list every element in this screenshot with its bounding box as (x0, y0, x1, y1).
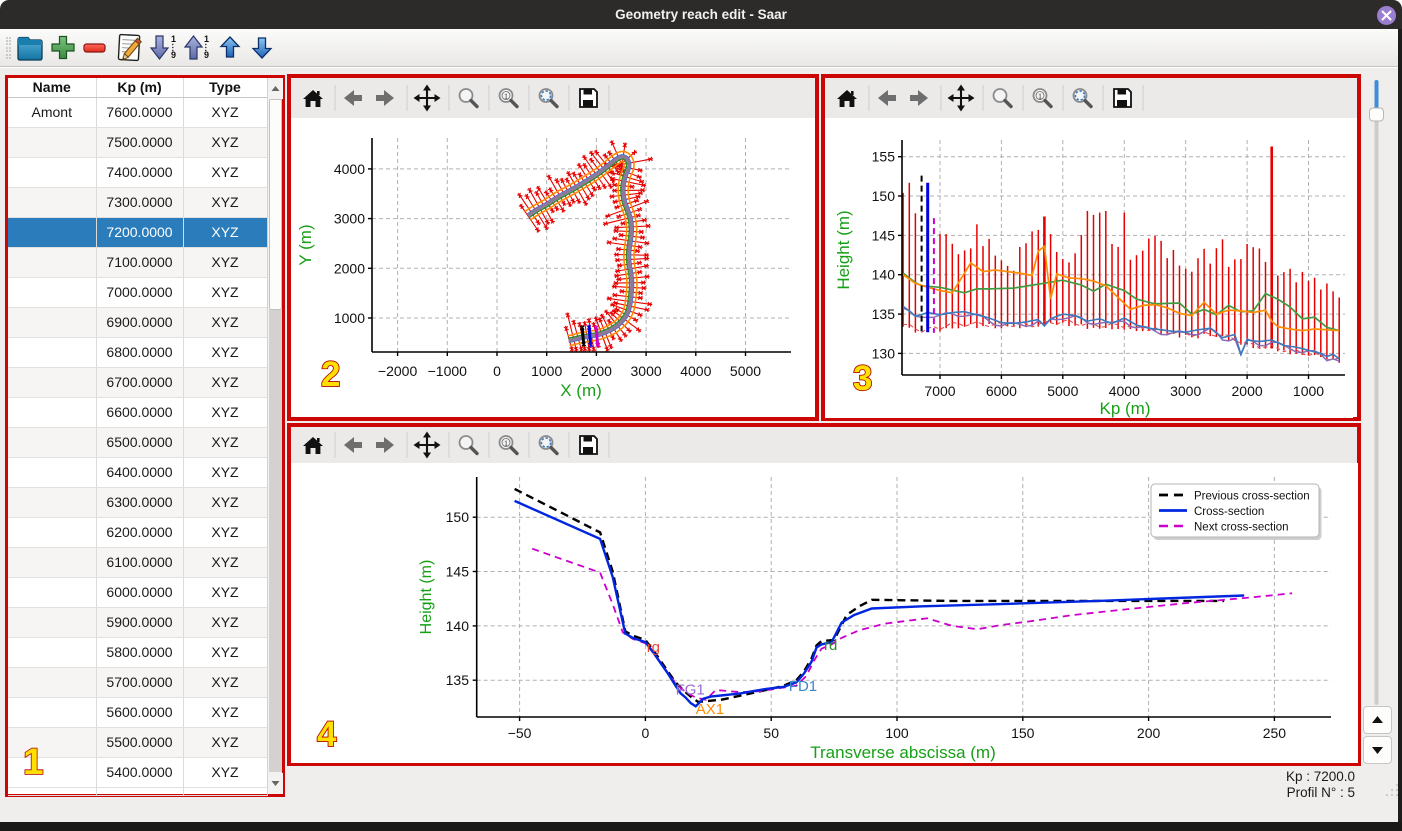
svg-text:150: 150 (446, 509, 470, 525)
svg-text:1000: 1000 (1293, 383, 1324, 399)
svg-text:4000: 4000 (334, 161, 365, 177)
svg-text:Kp (m): Kp (m) (1100, 399, 1151, 418)
svg-text:150: 150 (1011, 725, 1035, 741)
svg-text:135: 135 (446, 672, 470, 688)
svg-text:155: 155 (872, 149, 896, 165)
svg-text:4000: 4000 (1109, 383, 1140, 399)
svg-text:145: 145 (446, 564, 470, 580)
svg-text:Height (m): Height (m) (834, 210, 853, 289)
svg-text:Cross-section: Cross-section (1194, 506, 1264, 518)
svg-text:−2000: −2000 (378, 363, 418, 379)
svg-text:1000: 1000 (334, 310, 365, 326)
svg-text:−50: −50 (508, 725, 532, 741)
svg-text:2000: 2000 (334, 260, 365, 276)
svg-text:Y (m): Y (m) (296, 224, 315, 265)
svg-text:145: 145 (872, 227, 896, 243)
svg-text:3: 3 (853, 359, 872, 398)
svg-text:−1000: −1000 (428, 363, 468, 379)
svg-text:FD1: FD1 (789, 678, 817, 695)
svg-text:9: 9 (204, 50, 209, 60)
svg-text:5000: 5000 (1047, 383, 1078, 399)
svg-text:4: 4 (317, 715, 337, 754)
svg-text:3000: 3000 (631, 363, 662, 379)
svg-text:FG1: FG1 (676, 681, 705, 698)
svg-text:250: 250 (1263, 725, 1287, 741)
svg-text:200: 200 (1137, 725, 1161, 741)
svg-text:1: 1 (204, 34, 209, 44)
svg-text:Previous cross-section: Previous cross-section (1194, 491, 1310, 503)
svg-text:9: 9 (171, 50, 176, 60)
svg-text:140: 140 (872, 267, 896, 283)
svg-text:5000: 5000 (730, 363, 761, 379)
svg-text:130: 130 (872, 345, 896, 361)
svg-text:AX1: AX1 (696, 701, 724, 718)
svg-text:Height (m): Height (m) (418, 560, 435, 635)
svg-text:X (m): X (m) (560, 381, 602, 400)
svg-text:2000: 2000 (581, 363, 612, 379)
svg-text:4000: 4000 (680, 363, 711, 379)
svg-text:2: 2 (321, 355, 340, 394)
svg-text:rg: rg (647, 639, 660, 656)
svg-text:1000: 1000 (531, 363, 562, 379)
svg-text:6000: 6000 (986, 383, 1017, 399)
svg-text:Transverse abscissa (m): Transverse abscissa (m) (810, 743, 995, 762)
svg-text:2000: 2000 (1232, 383, 1263, 399)
svg-text:rd: rd (824, 637, 837, 654)
svg-text:1: 1 (171, 34, 176, 44)
svg-text:3000: 3000 (1170, 383, 1201, 399)
svg-text:0: 0 (493, 363, 501, 379)
svg-text:135: 135 (872, 306, 896, 322)
svg-text:0: 0 (642, 725, 650, 741)
svg-text:Next cross-section: Next cross-section (1194, 522, 1289, 534)
svg-text:100: 100 (885, 725, 909, 741)
svg-text:140: 140 (446, 618, 470, 634)
svg-text:7000: 7000 (924, 383, 955, 399)
svg-text:3000: 3000 (334, 211, 365, 227)
svg-text:150: 150 (872, 188, 896, 204)
svg-text:50: 50 (763, 725, 779, 741)
